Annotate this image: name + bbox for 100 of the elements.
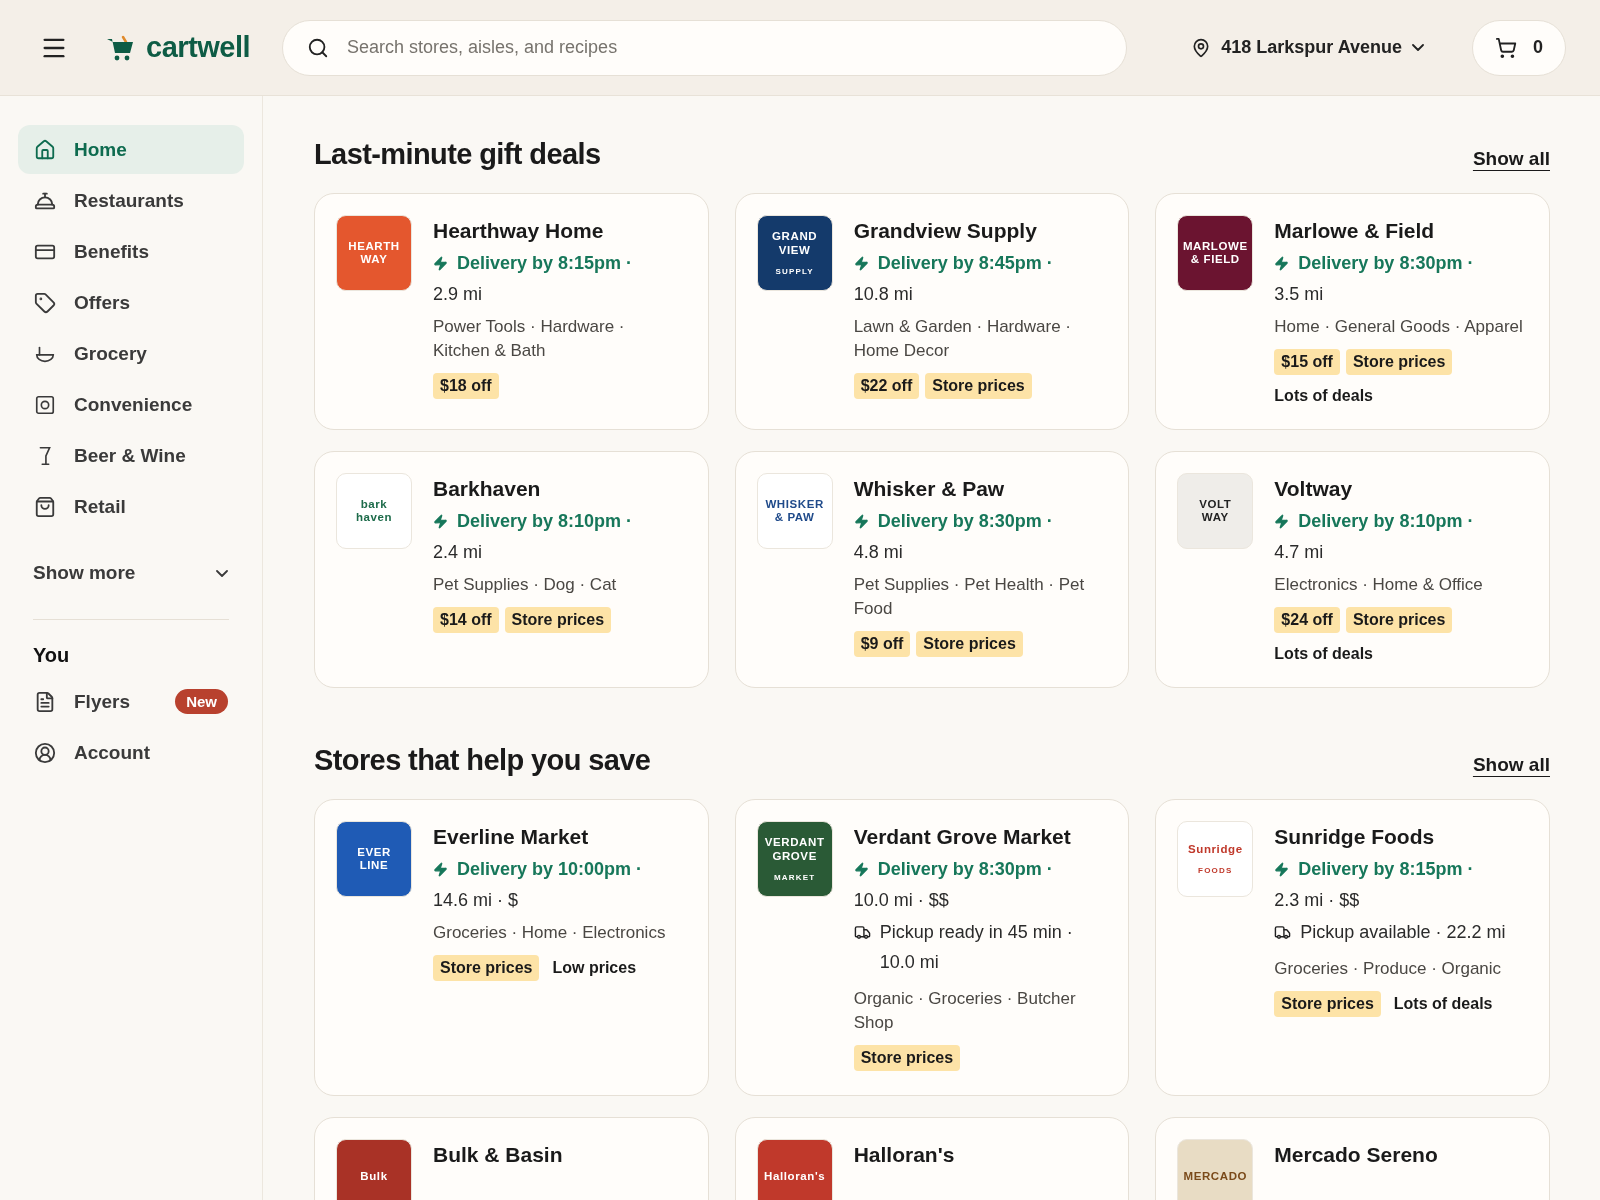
- show-more-button[interactable]: Show more: [18, 553, 244, 593]
- deal-tag: $24 off: [1274, 607, 1340, 633]
- lightning-icon: [433, 862, 448, 877]
- store-categories: Electronics · Home & Office: [1274, 574, 1483, 596]
- sidebar-item[interactable]: Restaurants: [18, 176, 244, 225]
- logo-wordmark: VERDANT GROVE: [764, 836, 825, 863]
- deals-note: Lots of deals: [1274, 645, 1374, 663]
- store-name: Marlowe & Field: [1274, 219, 1436, 243]
- logo-subtext: SUPPLY: [775, 266, 814, 276]
- store-name: Bulk & Basin: [433, 1143, 563, 1167]
- store-name: Everline Market: [433, 825, 590, 849]
- search-icon: [307, 36, 329, 59]
- deal-tag: Store prices: [853, 1045, 961, 1071]
- store-distance: 2.3 mi · $$: [1274, 890, 1360, 911]
- logo-wordmark: EVER LINE: [357, 845, 391, 873]
- sidebar-item[interactable]: Convenience: [18, 380, 244, 429]
- store-name: Verdant Grove Market: [853, 825, 1072, 849]
- store-distance: 14.6 mi · $: [433, 890, 519, 911]
- logo-wordmark: Bulk: [360, 1170, 388, 1184]
- store-distance: 2.4 mi: [433, 542, 483, 563]
- location-selector[interactable]: 418 Larkspur Avenue: [1151, 37, 1448, 58]
- delivery-time: Delivery by 8:15pm ·: [457, 253, 633, 274]
- store-categories: Power Tools · Hardware · Kitchen & Bath: [433, 316, 626, 362]
- store-card[interactable]: EVER LINE Everline Market Delivery by 10:00pm · 14.6 mi · $ Groceries · Home · Electronics Store prices Low prices: [314, 799, 709, 1096]
- brand-logo[interactable]: cartwell: [106, 31, 250, 64]
- deal-tag: $22 off: [853, 373, 920, 399]
- delivery-time: Delivery by 8:45pm ·: [877, 253, 1053, 274]
- section-title: Stores that help you save: [314, 744, 651, 777]
- store-name: Halloran's: [853, 1143, 955, 1167]
- logo-wordmark: MERCADO: [1183, 1170, 1248, 1184]
- store-categories: Groceries · Home · Electronics: [433, 922, 666, 944]
- store-name: Voltway: [1274, 477, 1354, 501]
- deal-tag: Store prices: [433, 955, 540, 981]
- lightning-icon: [853, 514, 869, 529]
- store-categories: Organic · Groceries · Butcher Shop: [853, 988, 1077, 1034]
- delivery-time: Delivery by 8:30pm ·: [1298, 253, 1474, 274]
- pickup-info: Pickup ready in 45 min · 10.0 mi: [879, 921, 1074, 974]
- lightning-icon: [853, 256, 869, 271]
- delivery-time: Delivery by 8:15pm ·: [1298, 859, 1474, 880]
- store-card[interactable]: MARLOWE & FIELD Marlowe & Field Delivery by 8:30pm · 3.5 mi Home · General Goods · Apparel $15 off Store prices Lots of deals: [1155, 193, 1550, 430]
- section-title: Last-minute gift deals: [314, 138, 601, 171]
- lightning-icon: [1274, 256, 1290, 271]
- store-card[interactable]: Halloran's Halloran's: [734, 1117, 1130, 1200]
- section-heading: You: [32, 644, 71, 667]
- search-field[interactable]: Search stores, aisles, and recipes: [282, 19, 1128, 76]
- store-card[interactable]: Bulk Bulk & Basin: [314, 1117, 709, 1200]
- store-card[interactable]: MERCADO Mercado Sereno: [1155, 1117, 1550, 1200]
- logo-subtext: FOODS: [1198, 866, 1233, 876]
- sidebar-item[interactable]: Benefits: [18, 227, 244, 276]
- deal-tag: Lots of deals: [1386, 991, 1500, 1017]
- logo-wordmark: Sunridge: [1188, 842, 1243, 857]
- sidebar-item[interactable]: Offers: [18, 278, 244, 327]
- delivery-time: Delivery by 8:10pm ·: [457, 511, 633, 532]
- sidebar-item[interactable]: Grocery: [18, 329, 244, 378]
- deal-tag: Store prices: [925, 373, 1032, 399]
- sidebar-item[interactable]: Account: [18, 728, 244, 777]
- store-name: Grandview Supply: [853, 219, 1038, 243]
- deal-tag: Low prices: [545, 955, 644, 981]
- store-card[interactable]: VERDANT GROVE MARKET Verdant Grove Market Delivery by 8:30pm · 10.0 mi · $$ Pickup ready in 45 min · 10.0 mi Organic · Groceries · Butcher Shop Store prices: [734, 799, 1130, 1096]
- logo-wordmark: bark haven: [355, 497, 393, 525]
- deal-tag: Store prices: [916, 631, 1023, 657]
- store-name: Sunridge Foods: [1274, 825, 1436, 849]
- store-card[interactable]: Sunridge FOODS Sunridge Foods Delivery by 8:15pm · 2.3 mi · $$ Pickup available · 22.2 mi Groceries · Produce · Organic Store prices Lots of deals: [1155, 799, 1550, 1096]
- search-input[interactable]: Search stores, aisles, and recipes: [345, 36, 1103, 59]
- store-card[interactable]: bark haven Barkhaven Delivery by 8:10pm · 2.4 mi Pet Supplies · Dog · Cat $14 off Store prices: [314, 451, 709, 688]
- deal-tag: Store prices: [1345, 607, 1453, 633]
- store-categories: Groceries · Produce · Organic: [1274, 958, 1503, 980]
- store-distance: 4.8 mi: [853, 542, 903, 563]
- lightning-icon: [853, 862, 869, 877]
- logo-wordmark: MARLOWE & FIELD: [1182, 239, 1248, 267]
- sidebar-item[interactable]: Retail: [18, 482, 244, 531]
- cart-button[interactable]: 0: [1472, 19, 1566, 76]
- logo-subtext: MARKET: [773, 872, 816, 882]
- sidebar-item[interactable]: Home: [18, 125, 244, 174]
- chevron-icon: [216, 569, 228, 577]
- sidebar-item[interactable]: Flyers New: [18, 677, 244, 726]
- show-all-link[interactable]: Show all: [1472, 147, 1550, 170]
- deal-tag: Store prices: [1274, 991, 1381, 1017]
- deal-tag: Store prices: [504, 607, 612, 633]
- store-categories: Lawn & Garden · Hardware · Home Decor: [853, 316, 1072, 362]
- lightning-icon: [433, 514, 448, 529]
- store-card[interactable]: WHISKER & PAW Whisker & Paw Delivery by 8:30pm · 4.8 mi Pet Supplies · Pet Health · Pet Food $9 off Store prices: [734, 451, 1130, 688]
- store-categories: Home · General Goods · Apparel: [1274, 316, 1523, 338]
- store-card[interactable]: VOLT WAY Voltway Delivery by 8:10pm · 4.7 mi Electronics · Home & Office $24 off Store prices Lots of deals: [1155, 451, 1550, 688]
- store-categories: Pet Supplies · Dog · Cat: [433, 574, 618, 596]
- lightning-icon: [1274, 862, 1290, 877]
- show-all-link[interactable]: Show all: [1472, 753, 1550, 776]
- store-name: Whisker & Paw: [853, 477, 1006, 501]
- store-distance: 3.5 mi: [1274, 284, 1324, 305]
- sidebar-item[interactable]: Beer & Wine: [18, 431, 244, 480]
- pickup-info: Pickup available · 22.2 mi: [1300, 921, 1506, 944]
- store-distance: 2.9 mi: [433, 284, 483, 305]
- store-card[interactable]: HEARTH WAY Hearthway Home Delivery by 8:15pm · 2.9 mi Power Tools · Hardware · Kitchen & Bath $18 off: [314, 193, 709, 430]
- logo-wordmark: VOLT WAY: [1199, 497, 1232, 525]
- deal-tag: $18 off: [433, 373, 499, 399]
- cart-icon: [1495, 36, 1517, 59]
- tag-icon: [34, 291, 56, 314]
- camera-icon: [34, 393, 56, 416]
- store-card[interactable]: GRAND VIEW SUPPLY Grandview Supply Delivery by 8:45pm · 10.8 mi Lawn & Garden · Hardware · Home Decor $22 off Store prices: [734, 193, 1130, 430]
- logo-wordmark: WHISKER & PAW: [765, 497, 824, 525]
